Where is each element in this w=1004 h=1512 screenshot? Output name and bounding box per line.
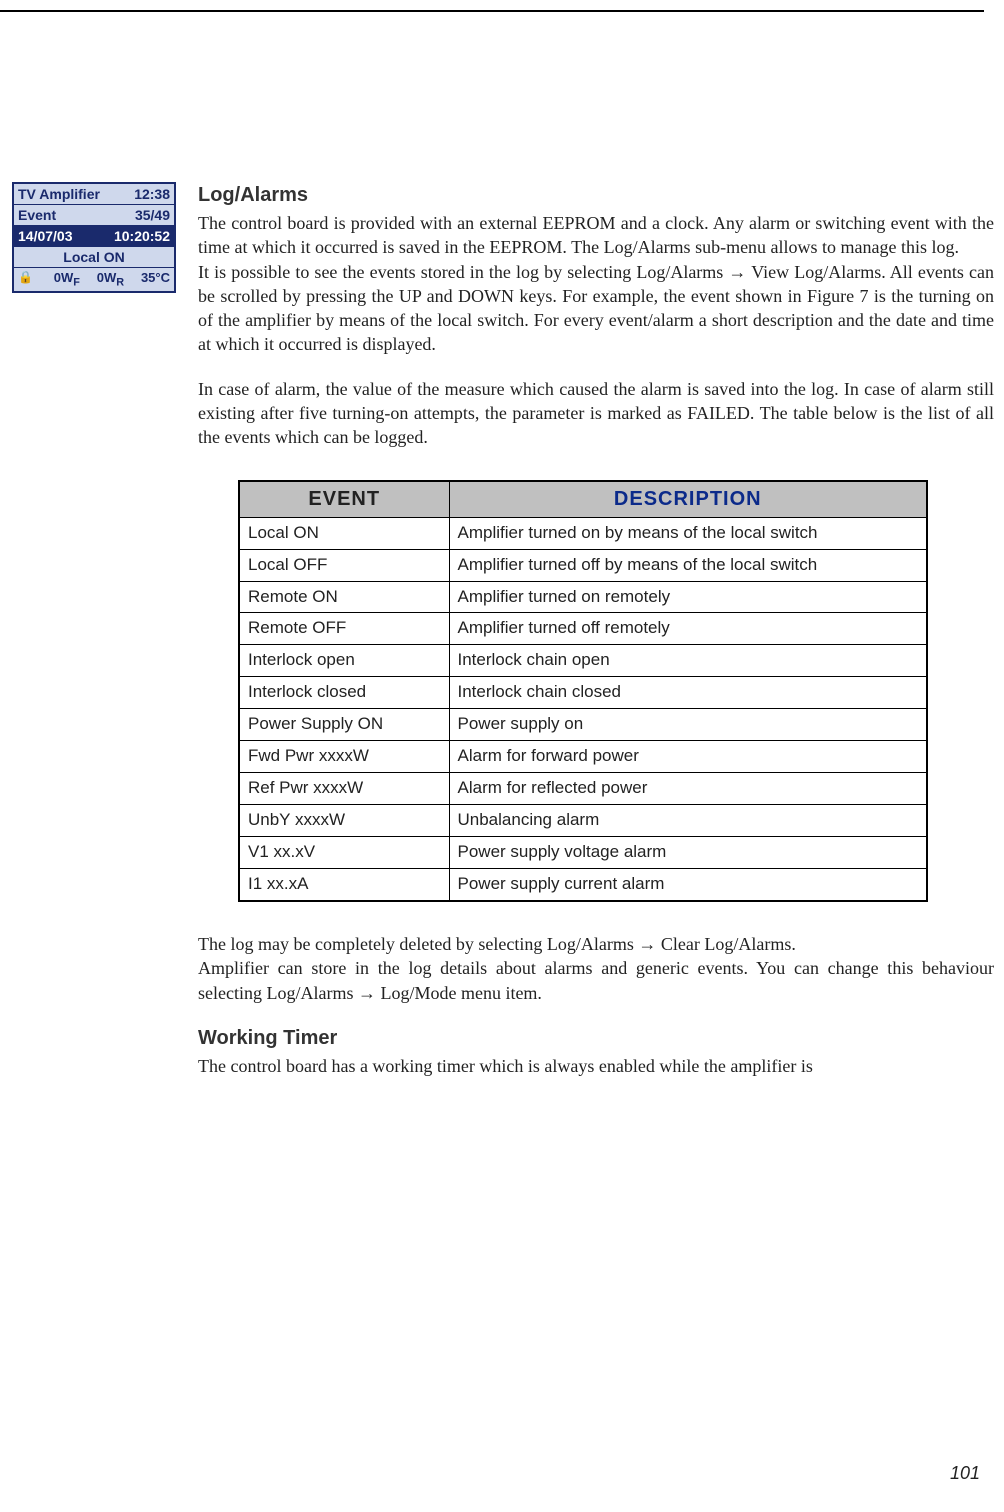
paragraph: It is possible to see the events stored …: [198, 260, 994, 357]
events-table: EVENT DESCRIPTION Local ONAmplifier turn…: [238, 480, 928, 902]
table-row: Interlock openInterlock chain open: [239, 645, 927, 677]
event-cell: Remote OFF: [239, 613, 449, 645]
paragraph: The control board is provided with an ex…: [198, 211, 994, 260]
event-cell: Fwd Pwr xxxxW: [239, 741, 449, 773]
description-cell: Alarm for forward power: [449, 741, 927, 773]
table-header-description: DESCRIPTION: [449, 481, 927, 518]
lcd-status: Local ON: [63, 249, 124, 265]
description-cell: Amplifier turned on remotely: [449, 581, 927, 613]
table-row: UnbY xxxxWUnbalancing alarm: [239, 805, 927, 837]
description-cell: Power supply current alarm: [449, 868, 927, 900]
table-row: Power Supply ONPower supply on: [239, 709, 927, 741]
lcd-event-label: Event: [18, 207, 56, 223]
table-row: Fwd Pwr xxxxWAlarm for forward power: [239, 741, 927, 773]
event-cell: Power Supply ON: [239, 709, 449, 741]
event-cell: V1 xx.xV: [239, 837, 449, 869]
section-title-working-timer: Working Timer: [198, 1025, 994, 1052]
lcd-temp: 35°C: [141, 270, 170, 289]
description-cell: Power supply on: [449, 709, 927, 741]
table-row: Local ONAmplifier turned on by means of …: [239, 517, 927, 549]
table-row: Interlock closedInterlock chain closed: [239, 677, 927, 709]
description-cell: Interlock chain open: [449, 645, 927, 677]
page-number: 101: [950, 1463, 980, 1484]
paragraph: The log may be completely deleted by sel…: [198, 932, 994, 956]
table-header-event: EVENT: [239, 481, 449, 518]
event-cell: Interlock open: [239, 645, 449, 677]
lcd-time: 10:20:52: [114, 228, 170, 244]
lcd-ref: 0WR: [97, 270, 124, 289]
lcd-event-count: 35/49: [135, 207, 170, 223]
table-row: I1 xx.xAPower supply current alarm: [239, 868, 927, 900]
paragraph: Amplifier can store in the log details a…: [198, 956, 994, 1005]
description-cell: Amplifier turned off by means of the loc…: [449, 549, 927, 581]
lcd-title: TV Amplifier: [18, 186, 100, 202]
table-row: Ref Pwr xxxxWAlarm for reflected power: [239, 773, 927, 805]
paragraph: The control board has a working timer wh…: [198, 1054, 994, 1078]
paragraph: In case of alarm, the value of the measu…: [198, 377, 994, 450]
description-cell: Amplifier turned on by means of the loca…: [449, 517, 927, 549]
lock-icon: 🔒: [18, 270, 33, 289]
lcd-fwd: 0WF: [54, 270, 80, 289]
description-cell: Interlock chain closed: [449, 677, 927, 709]
table-row: V1 xx.xVPower supply voltage alarm: [239, 837, 927, 869]
event-cell: Remote ON: [239, 581, 449, 613]
lcd-date: 14/07/03: [18, 228, 73, 244]
description-cell: Amplifier turned off remotely: [449, 613, 927, 645]
section-title-log-alarms: Log/Alarms: [198, 182, 994, 209]
table-row: Remote ONAmplifier turned on remotely: [239, 581, 927, 613]
event-cell: Local OFF: [239, 549, 449, 581]
table-row: Local OFFAmplifier turned off by means o…: [239, 549, 927, 581]
event-cell: Local ON: [239, 517, 449, 549]
description-cell: Unbalancing alarm: [449, 805, 927, 837]
lcd-screenshot: TV Amplifier 12:38 Event 35/49 14/07/03 …: [12, 182, 176, 293]
event-cell: Interlock closed: [239, 677, 449, 709]
event-cell: UnbY xxxxW: [239, 805, 449, 837]
lcd-clock: 12:38: [134, 186, 170, 202]
event-cell: I1 xx.xA: [239, 868, 449, 900]
description-cell: Power supply voltage alarm: [449, 837, 927, 869]
event-cell: Ref Pwr xxxxW: [239, 773, 449, 805]
table-row: Remote OFFAmplifier turned off remotely: [239, 613, 927, 645]
description-cell: Alarm for reflected power: [449, 773, 927, 805]
